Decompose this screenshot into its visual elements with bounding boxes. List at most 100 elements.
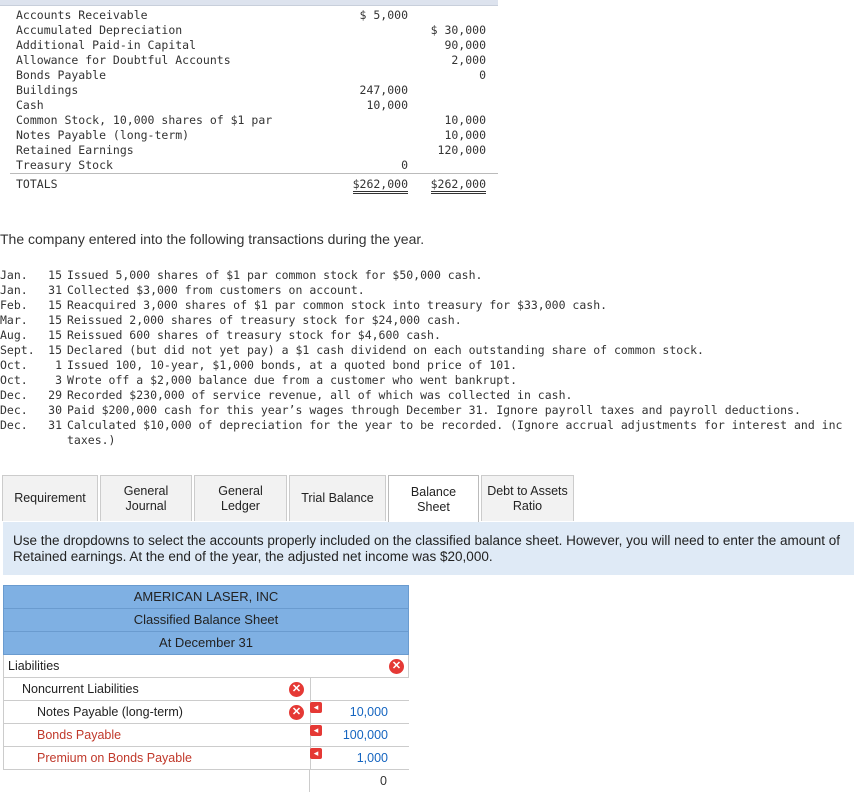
table-row: Retained Earnings 120,000 — [0, 143, 498, 158]
totals-divider — [10, 173, 498, 174]
tx-month: Mar. — [0, 313, 28, 327]
credit-value: 10,000 — [444, 113, 486, 127]
table-row: Notes Payable (long-term) 10,000 — [0, 128, 498, 143]
tx-day: 15 — [48, 268, 62, 282]
table-row: Allowance for Doubtful Accounts 2,000 — [0, 53, 498, 68]
list-item: Mar. 15 Reissued 2,000 shares of treasury … — [0, 313, 864, 328]
table-row: Additional Paid-in Capital 90,000 — [0, 38, 498, 53]
list-item: Jan. 31 Collected $3,000 from customers on… — [0, 283, 864, 298]
list-item: Dec. 30 Paid $200,000 cash for this year’s… — [0, 403, 864, 418]
tx-month: Aug. — [0, 328, 28, 342]
tx-text: Reissued 2,000 shares of treasury stock … — [67, 313, 462, 327]
table-row[interactable]: Premium on Bonds Payable ◂ 1,000 — [3, 747, 409, 770]
tab-requirement[interactable]: Requirement — [2, 475, 98, 521]
instructions-panel: Use the dropdowns to select the accounts… — [3, 522, 854, 575]
table-row: 0 — [3, 770, 409, 792]
list-item: Feb. 15 Reacquired 3,000 shares of $1 par … — [0, 298, 864, 313]
tx-day: 15 — [48, 313, 62, 327]
list-item: Jan. 15 Issued 5,000 shares of $1 par comm… — [0, 268, 864, 283]
error-x-icon: ✕ — [289, 682, 304, 697]
account-name: Retained Earnings — [16, 143, 134, 157]
debit-value: 0 — [401, 158, 408, 172]
trial-balance-table: Accounts Receivable $ 5,000 Accumulated D… — [0, 0, 498, 194]
tx-day: 1 — [55, 358, 62, 372]
amount-input[interactable]: 1,000 — [310, 747, 388, 769]
table-row[interactable]: Notes Payable (long-term) ✕ ◂ 10,000 — [3, 701, 409, 724]
account-name: Common Stock, 10,000 shares of $1 par — [16, 113, 273, 127]
tx-text: Reacquired 3,000 shares of $1 par common… — [67, 298, 608, 312]
table-row[interactable]: Bonds Payable ◂ 100,000 — [3, 724, 409, 747]
tx-month: Feb. — [0, 298, 28, 312]
account-name: Notes Payable (long-term) — [16, 128, 190, 142]
tab-balance-sheet[interactable]: Balance Sheet — [388, 475, 479, 523]
subtotal-value: 0 — [380, 774, 387, 788]
credit-value: 0 — [479, 68, 486, 82]
account-name: Buildings — [16, 83, 79, 97]
list-item: taxes.) — [0, 433, 864, 448]
tab-debt-to-assets-ratio[interactable]: Debt to Assets Ratio — [481, 475, 574, 521]
tx-month: Dec. — [0, 418, 28, 432]
balance-sheet-form: AMERICAN LASER, INC Classified Balance S… — [3, 585, 409, 792]
tx-text: Reissued 600 shares of treasury stock fo… — [67, 328, 441, 342]
tx-month: Jan. — [0, 283, 28, 297]
totals-label: TOTALS — [16, 177, 58, 191]
amount-cell — [310, 678, 411, 700]
table-row: Cash 10,000 — [0, 98, 498, 113]
totals-row: TOTALS $262,000 $262,000 — [0, 177, 498, 194]
table-row: Buildings 247,000 — [0, 83, 498, 98]
tx-day: 3 — [55, 373, 62, 387]
tx-month: Jan. — [0, 268, 28, 282]
tx-text: Issued 5,000 shares of $1 par common sto… — [67, 268, 483, 282]
credit-value: $ 30,000 — [430, 23, 486, 37]
account-name: Bonds Payable — [16, 68, 107, 82]
tab-trial-balance[interactable]: Trial Balance — [289, 475, 386, 521]
subsection-label: Noncurrent Liabilities — [22, 682, 139, 696]
table-row: Accumulated Depreciation $ 30,000 — [0, 23, 498, 38]
table-row: Treasury Stock 0 — [0, 158, 498, 173]
tx-month: Oct. — [0, 373, 28, 387]
tx-text: Collected $3,000 from customers on accou… — [67, 283, 365, 297]
tx-text: Wrote off a $2,000 balance due from a cu… — [67, 373, 518, 387]
tx-text: taxes.) — [67, 433, 116, 447]
account-name: Additional Paid-in Capital — [16, 38, 197, 52]
account-select[interactable]: Notes Payable (long-term) — [37, 701, 183, 723]
tx-day: 15 — [48, 328, 62, 342]
tx-text: Paid $200,000 cash for this year’s wages… — [67, 403, 801, 417]
account-name: Accumulated Depreciation — [16, 23, 183, 37]
tx-month: Dec. — [0, 403, 28, 417]
tx-day: 31 — [48, 418, 62, 432]
amount-input[interactable]: 100,000 — [310, 724, 388, 746]
section-liabilities: Liabilities ✕ — [3, 655, 409, 678]
section-label: Liabilities — [8, 659, 60, 673]
credit-value: 10,000 — [444, 128, 486, 142]
error-x-icon: ✕ — [389, 659, 404, 674]
tx-day: 29 — [48, 388, 62, 402]
statement-date: At December 31 — [3, 631, 409, 655]
tx-day: 15 — [48, 343, 62, 357]
list-item: Sept. 15 Declared (but did not yet pay) a … — [0, 343, 864, 358]
transactions-list: Jan. 15 Issued 5,000 shares of $1 par comm… — [0, 268, 864, 448]
account-name: Cash — [16, 98, 44, 112]
tx-month: Sept. — [0, 343, 35, 357]
table-row: Common Stock, 10,000 shares of $1 par 10,… — [0, 113, 498, 128]
account-name: Accounts Receivable — [16, 8, 148, 22]
transactions-intro: The company entered into the following t… — [0, 231, 425, 247]
tx-month: Oct. — [0, 358, 28, 372]
error-x-icon: ✕ — [289, 705, 304, 720]
credit-total: $262,000 — [430, 177, 486, 194]
debit-value: 10,000 — [366, 98, 408, 112]
tx-month: Dec. — [0, 388, 28, 402]
account-select[interactable]: Bonds Payable — [37, 724, 121, 746]
tab-general-journal[interactable]: General Journal — [100, 475, 192, 521]
table-row: Bonds Payable 0 — [0, 68, 498, 83]
statement-title: Classified Balance Sheet — [3, 608, 409, 631]
account-select[interactable]: Premium on Bonds Payable — [37, 747, 192, 769]
tab-general-ledger[interactable]: General Ledger — [194, 475, 287, 521]
tx-day: 15 — [48, 298, 62, 312]
list-item: Dec. 29 Recorded $230,000 of service reven… — [0, 388, 864, 403]
amount-input[interactable]: 10,000 — [310, 701, 388, 723]
debit-value: $ 5,000 — [359, 8, 408, 22]
list-item: Oct. 3 Wrote off a $2,000 balance due from… — [0, 373, 864, 388]
tx-text: Declared (but did not yet pay) a $1 cash… — [67, 343, 704, 357]
table-row: Accounts Receivable $ 5,000 — [0, 8, 498, 23]
